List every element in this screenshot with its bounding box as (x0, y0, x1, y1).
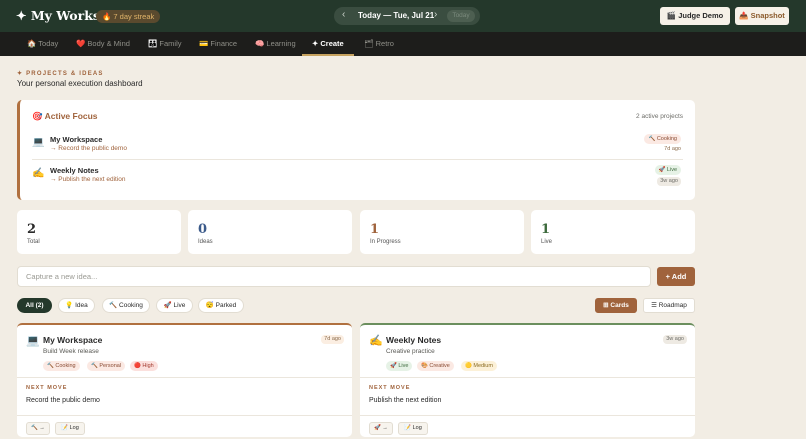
focus-project-next-move: → Record the public demo (50, 145, 127, 152)
filter-idea[interactable]: 💡 Idea (58, 298, 95, 313)
active-focus-title: 🎯 Active Focus (32, 111, 98, 121)
laptop-icon: 💻 (26, 335, 40, 347)
stat-label: Total (27, 239, 40, 245)
idea-card[interactable]: 💻 My Workspace Build Week release 7d ago… (17, 323, 352, 437)
active-projects-count: 2 active projects (636, 113, 683, 120)
add-idea-button[interactable]: + Add (657, 267, 695, 286)
log-button[interactable]: 📝 Log (55, 422, 85, 435)
stat-label: In Progress (370, 239, 401, 245)
tab-finance[interactable]: 💳 Finance (199, 39, 237, 48)
idea-card[interactable]: ✍️ Weekly Notes Creative practice 3w ago… (360, 323, 695, 437)
filter-cooking[interactable]: 🔨 Cooking (102, 298, 150, 313)
stat-value: 0 (198, 222, 208, 237)
section-eyebrow: ✦ PROJECTS & IDEAS (17, 71, 104, 77)
next-day-button[interactable]: › (434, 9, 437, 20)
filter-all[interactable]: All (2) (17, 298, 52, 313)
previous-day-button[interactable]: ‹ (342, 9, 345, 20)
roadmap-view-button[interactable]: ☰ Roadmap (643, 298, 695, 313)
idea-subtitle: Build Week release (43, 348, 99, 355)
next-move-label: NEXT MOVE (369, 385, 411, 391)
filter-parked[interactable]: 😴 Parked (198, 298, 244, 313)
active-tab-indicator (302, 54, 354, 56)
idea-title: Weekly Notes (386, 335, 442, 345)
stat-card-total: 2 Total (17, 210, 181, 254)
advance-status-button[interactable]: 🔨 → (26, 422, 50, 435)
next-move-text: Record the public demo (26, 397, 100, 404)
next-move-text: Publish the next edition (369, 397, 442, 404)
divider (360, 377, 695, 378)
priority-tag: 🟡 Medium (461, 361, 497, 371)
current-date: Today — Tue, Jul 21 (358, 11, 435, 20)
capture-idea-input[interactable] (17, 266, 651, 287)
page-subtitle: Your personal execution dashboard (17, 79, 143, 88)
snapshot-button[interactable]: 📤 Snapshot (735, 7, 789, 25)
tab-family[interactable]: 👪 Family (148, 39, 182, 48)
stat-card-ideas: 0 Ideas (188, 210, 352, 254)
idea-subtitle: Creative practice (386, 348, 435, 355)
tab-body-mind[interactable]: ❤️ Body & Mind (76, 39, 130, 48)
age-badge: 7d ago (321, 335, 344, 344)
stat-label: Live (541, 239, 553, 245)
stat-card-live: 1 Live (531, 210, 695, 254)
judge-demo-button[interactable]: 🎬 Judge Demo (660, 7, 730, 25)
date-navigator: ‹ Today — Tue, Jul 21 › Today (334, 7, 480, 25)
writing-hand-icon: ✍️ (369, 335, 383, 347)
status-badge: 🔨 Cooking (644, 134, 681, 144)
stat-value: 1 (541, 222, 551, 237)
focus-project-name[interactable]: My Workspace (50, 135, 102, 144)
streak-badge: 🔥 7 day streak (96, 10, 161, 23)
tab-learning[interactable]: 🧠 Learning (255, 39, 296, 48)
age-badge: 3w ago (657, 177, 681, 186)
focus-project-name[interactable]: Weekly Notes (50, 166, 99, 175)
main-nav: 🏠 Today ❤️ Body & Mind 👪 Family 💳 Financ… (0, 32, 806, 56)
stat-value: 1 (370, 222, 380, 237)
active-focus-card: 🎯 Active Focus 2 active projects 💻 My Wo… (17, 100, 695, 200)
priority-tag: 🔴 High (130, 361, 158, 371)
age-badge: 7d ago (664, 146, 681, 152)
focus-project-next-move: → Publish the next edition (50, 176, 126, 183)
status-badge: 🚀 Live (654, 165, 681, 175)
stat-value: 2 (27, 222, 37, 237)
log-button[interactable]: 📝 Log (398, 422, 428, 435)
status-tag: 🔨 Cooking (43, 361, 80, 371)
writing-hand-icon: ✍️ (32, 168, 45, 179)
divider (360, 415, 695, 416)
top-bar: ✦ My Workspace 🔥 7 day streak ‹ Today — … (0, 0, 806, 32)
laptop-icon: 💻 (32, 137, 45, 148)
divider (17, 415, 352, 416)
stat-label: Ideas (198, 239, 213, 245)
stat-card-in-progress: 1 In Progress (360, 210, 524, 254)
advance-status-button[interactable]: 🚀 → (369, 422, 393, 435)
tab-create[interactable]: ✦ Create (312, 39, 344, 48)
idea-title: My Workspace (43, 335, 103, 345)
category-tag: 🔨 Personal (87, 361, 126, 371)
next-move-label: NEXT MOVE (26, 385, 68, 391)
status-tag: 🚀 Live (386, 361, 413, 371)
age-badge: 3w ago (663, 335, 687, 344)
tab-retro[interactable]: 🗂 Retro (364, 39, 394, 48)
tab-today[interactable]: 🏠 Today (27, 39, 58, 48)
divider (32, 159, 683, 160)
category-tag: 🎨 Creative (417, 361, 454, 371)
divider (17, 377, 352, 378)
today-button[interactable]: Today (447, 10, 475, 22)
filter-live[interactable]: 🚀 Live (156, 298, 193, 313)
cards-view-button[interactable]: ⊞ Cards (595, 298, 637, 313)
